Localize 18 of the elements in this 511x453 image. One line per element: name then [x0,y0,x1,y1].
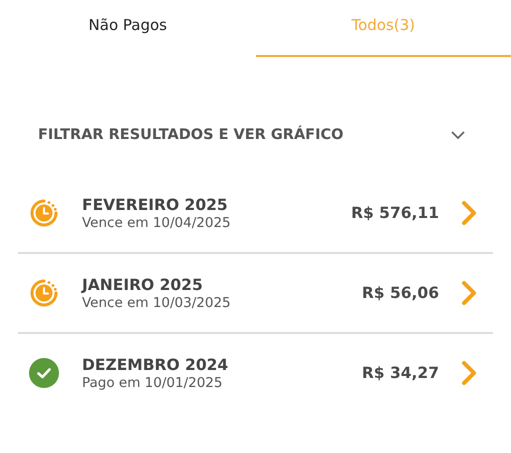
clock-icon [28,277,60,309]
bill-amount: R$ 56,06 [362,284,439,302]
chevron-down-icon[interactable] [451,130,465,140]
check-icon [28,357,60,389]
chevron-right-icon[interactable] [461,280,477,306]
filter-label[interactable]: FILTRAR RESULTADOS E VER GRÁFICO [38,127,344,143]
bill-month: JANEIRO 2025 [82,276,204,294]
bill-date: Vence em 10/04/2025 [82,214,232,230]
bill-amount: R$ 576,11 [351,204,439,222]
bill-month: DEZEMBRO 2024 [82,356,230,374]
chevron-right-icon[interactable] [461,200,477,226]
bill-date: Pago em 10/01/2025 [82,374,224,390]
bill-amount: R$ 34,27 [362,364,439,382]
tab[interactable]: Não Pagos [0,0,256,57]
clock-icon [28,197,60,229]
bill-month: FEVEREIRO 2025 [82,196,229,214]
bill-date: Vence em 10/03/2025 [82,294,232,310]
chevron-right-icon[interactable] [461,360,477,386]
